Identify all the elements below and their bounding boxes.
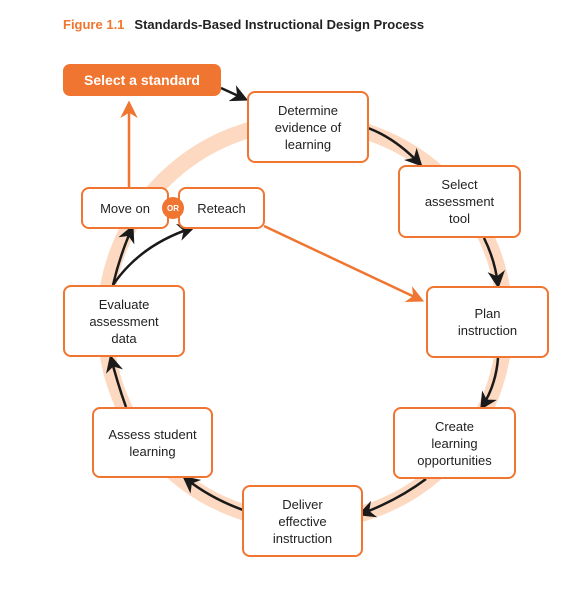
reteach-node[interactable]: Reteach	[178, 187, 265, 229]
create-learning-node[interactable]: Create learning opportunities	[393, 407, 516, 479]
move-on-node[interactable]: Move on	[81, 187, 169, 229]
select-assessment-tool-node[interactable]: Select assessment tool	[398, 165, 521, 238]
evaluate-data-node[interactable]: Evaluate assessment data	[63, 285, 185, 357]
select-standard-node[interactable]: Select a standard	[63, 64, 221, 96]
or-badge: OR	[162, 197, 184, 219]
deliver-instruction-node[interactable]: Deliver effective instruction	[242, 485, 363, 557]
edge-start-determine	[220, 85, 249, 102]
plan-instruction-node[interactable]: Plan instruction	[426, 286, 549, 358]
edge-reteach-plan	[263, 224, 425, 302]
assess-student-node[interactable]: Assess student learning	[92, 407, 213, 478]
determine-evidence-node[interactable]: Determine evidence of learning	[247, 91, 369, 163]
